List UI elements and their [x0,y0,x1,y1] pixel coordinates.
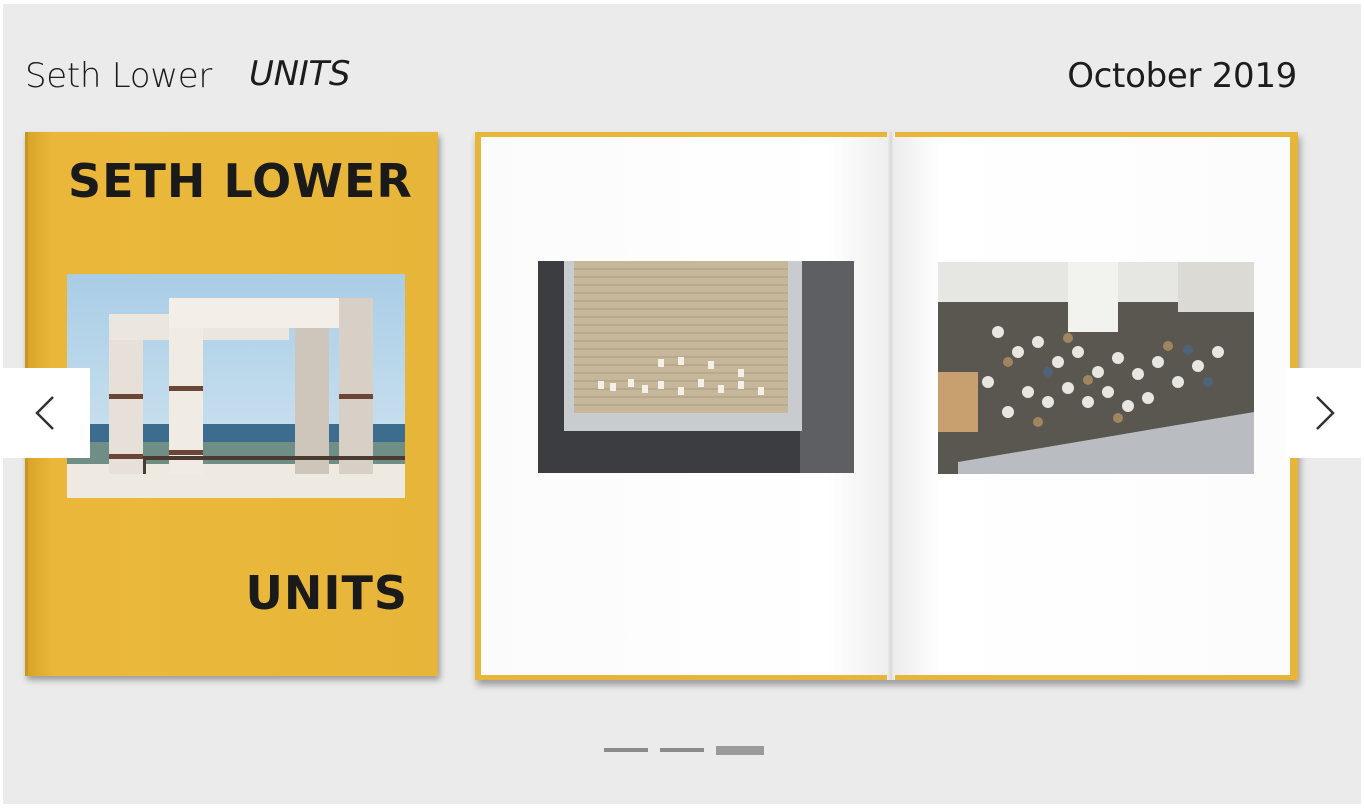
right-page [893,137,1290,675]
pager-dot-2[interactable] [660,748,704,752]
shop-sign-photo [538,261,854,473]
cover-author: SETH LOWER [68,154,413,208]
left-page [481,137,889,675]
cover-photo [67,274,405,498]
previous-button[interactable] [3,368,90,458]
pager-dot-1[interactable] [604,748,648,752]
slide-pager [604,746,764,755]
chevron-right-icon [1316,396,1335,430]
book-spread [475,132,1298,680]
publication-date: October 2019 [1067,56,1297,96]
crowd-photo [938,262,1254,474]
pager-dot-3[interactable] [716,746,764,755]
next-button[interactable] [1286,368,1361,458]
slideshow: Seth Lower UNITS October 2019 SETH LOWER [3,4,1361,804]
artist-name: Seth Lower [25,56,213,96]
cover-title: UNITS [245,566,408,620]
book-title: UNITS [249,54,351,94]
chevron-left-icon [35,396,54,430]
